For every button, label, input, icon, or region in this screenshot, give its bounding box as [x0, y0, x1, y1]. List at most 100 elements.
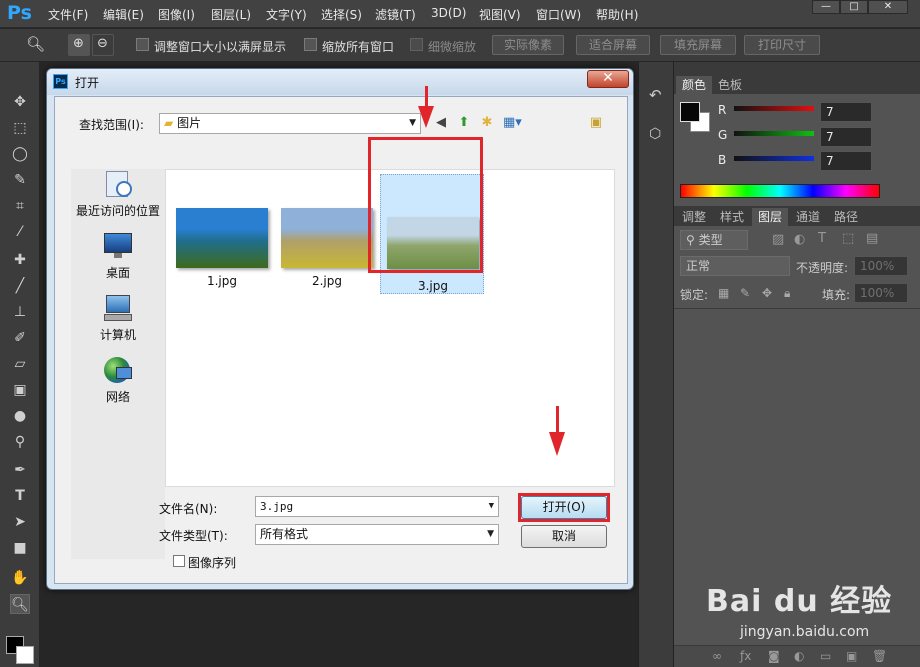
gradient-tool-icon[interactable]: ▣ — [10, 380, 30, 400]
place-recent[interactable]: 最近访问的位置 — [71, 169, 165, 219]
fit-screen-button[interactable]: 适合屏幕 — [576, 35, 650, 55]
marquee-tool-icon[interactable]: ⬚ — [10, 118, 30, 138]
channel-g-slider[interactable] — [734, 131, 814, 136]
lock-position-icon[interactable]: ✥ — [762, 286, 772, 300]
trash-icon[interactable]: 🗑︎ — [872, 649, 887, 663]
channel-b-input[interactable]: 7 — [820, 151, 872, 171]
fx-icon[interactable]: ƒx — [740, 649, 751, 663]
filter-pixel-icon[interactable]: ▨ — [772, 232, 784, 247]
dodge-tool-icon[interactable]: ⚲ — [10, 432, 30, 452]
hand-tool-icon[interactable]: ✋ — [10, 568, 30, 588]
quick-select-tool-icon[interactable]: ✎ — [10, 170, 30, 190]
channel-b-slider[interactable] — [734, 156, 814, 161]
tab-swatches[interactable]: 色板 — [712, 76, 748, 94]
file-item[interactable]: 2.jpg — [281, 208, 373, 288]
pen-tool-icon[interactable]: ✒ — [10, 460, 30, 480]
link-layers-icon[interactable]: ∞ — [712, 649, 722, 663]
tab-paths[interactable]: 路径 — [828, 208, 864, 226]
menu-type[interactable]: 文字(Y) — [266, 6, 307, 23]
lock-transparent-icon[interactable]: ▦ — [718, 286, 729, 300]
filename-input[interactable]: 3.jpg ▼ — [255, 496, 499, 517]
mask-icon[interactable]: ◙ — [768, 649, 780, 663]
healing-tool-icon[interactable]: ✚ — [10, 250, 30, 270]
blur-tool-icon[interactable]: ● — [10, 406, 30, 426]
tab-adjustments[interactable]: 调整 — [676, 208, 712, 226]
bridge-icon[interactable]: ▣ — [587, 114, 605, 132]
minimize-button[interactable]: — — [812, 0, 840, 14]
layer-filter-select[interactable]: ⚲ 类型 — [680, 230, 748, 250]
tab-channels[interactable]: 通道 — [790, 208, 826, 226]
layers-divider — [674, 308, 920, 309]
filetype-select[interactable]: 所有格式 ▼ — [255, 524, 499, 545]
up-folder-icon[interactable]: ⬆ — [455, 114, 473, 132]
image-sequence-checkbox[interactable] — [173, 555, 185, 567]
group-icon[interactable]: ▭ — [820, 649, 831, 663]
dialog-titlebar[interactable]: Ps 打开 ✕ — [47, 69, 633, 95]
view-menu-icon[interactable]: ▦▾ — [503, 114, 522, 132]
channel-r-slider[interactable] — [734, 106, 814, 111]
close-button[interactable]: ✕ — [868, 0, 908, 14]
zoom-out-icon[interactable]: ⊖ — [92, 34, 114, 56]
menu-layer[interactable]: 图层(L) — [211, 6, 251, 23]
filter-smart-icon[interactable]: ▤ — [866, 231, 878, 246]
filter-type-icon[interactable]: T — [818, 231, 826, 246]
new-folder-icon[interactable]: ✱ — [478, 114, 496, 132]
zoom-tool-icon[interactable]: 🔍︎ — [26, 35, 45, 53]
path-select-tool-icon[interactable]: ➤ — [10, 512, 30, 532]
menu-help[interactable]: 帮助(H) — [596, 6, 638, 23]
menu-image[interactable]: 图像(I) — [158, 6, 195, 23]
tab-styles[interactable]: 样式 — [714, 208, 750, 226]
menu-filter[interactable]: 滤镜(T) — [375, 6, 416, 23]
file-item[interactable]: 1.jpg — [176, 208, 268, 288]
menu-3d[interactable]: 3D(D) — [431, 6, 466, 20]
channel-g-input[interactable]: 7 — [820, 127, 872, 147]
lock-all-icon[interactable]: 🔒︎ — [784, 286, 790, 301]
zoom-in-icon[interactable]: ⊕ — [68, 34, 90, 56]
zoom-all-checkbox[interactable] — [304, 38, 317, 51]
place-desktop[interactable]: 桌面 — [71, 231, 165, 281]
brush-tool-icon[interactable]: ╱ — [10, 276, 30, 296]
print-size-button[interactable]: 打印尺寸 — [744, 35, 820, 55]
fill-input[interactable]: 100% — [854, 283, 908, 303]
eyedropper-tool-icon[interactable]: ⁄ — [10, 222, 30, 242]
filter-shape-icon[interactable]: ⬚ — [842, 231, 854, 246]
eraser-tool-icon[interactable]: ▱ — [10, 354, 30, 374]
menu-window[interactable]: 窗口(W) — [536, 6, 581, 23]
back-icon[interactable]: ◀ — [432, 114, 450, 132]
history-brush-tool-icon[interactable]: ✐ — [10, 328, 30, 348]
blend-mode-select[interactable]: 正常 — [680, 256, 790, 276]
maximize-button[interactable]: □ — [840, 0, 868, 14]
lasso-tool-icon[interactable]: ◯ — [10, 144, 30, 164]
actual-pixels-button[interactable]: 实际像素 — [492, 35, 564, 55]
resize-windows-checkbox[interactable] — [136, 38, 149, 51]
menu-view[interactable]: 视图(V) — [479, 6, 521, 23]
adjustment-layer-icon[interactable]: ◐ — [794, 649, 804, 663]
place-computer[interactable]: 计算机 — [71, 293, 165, 343]
menu-select[interactable]: 选择(S) — [321, 6, 362, 23]
crop-tool-icon[interactable]: ⌗ — [10, 196, 30, 216]
move-tool-icon[interactable]: ✥ — [10, 92, 30, 112]
opacity-input[interactable]: 100% — [854, 256, 908, 276]
place-network[interactable]: 网络 — [71, 355, 165, 405]
menu-edit[interactable]: 编辑(E) — [103, 6, 144, 23]
channel-r-input[interactable]: 7 — [820, 102, 872, 122]
filter-adjust-icon[interactable]: ◐ — [794, 232, 805, 247]
scrubby-zoom-checkbox[interactable] — [410, 38, 423, 51]
shape-tool-icon[interactable]: ■ — [10, 538, 30, 558]
stamp-tool-icon[interactable]: ⊥ — [10, 302, 30, 322]
look-in-select[interactable]: ▰ 图片 ▼ — [159, 113, 421, 134]
menu-file[interactable]: 文件(F) — [48, 6, 88, 23]
zoom-tool-box-icon[interactable]: 🔍︎ — [10, 594, 30, 614]
fill-screen-button[interactable]: 填充屏幕 — [660, 35, 736, 55]
tab-color[interactable]: 颜色 — [676, 76, 713, 94]
background-color-swatch[interactable] — [16, 646, 34, 664]
dialog-close-button[interactable]: ✕ — [587, 70, 629, 88]
lock-pixels-icon[interactable]: ✎ — [740, 286, 750, 300]
cancel-button[interactable]: 取消 — [521, 525, 607, 548]
3d-icon[interactable]: ⬡ — [649, 126, 661, 142]
new-layer-icon[interactable]: ▣ — [846, 649, 857, 663]
tab-layers[interactable]: 图层 — [752, 208, 789, 226]
history-icon[interactable]: ↶ — [649, 86, 662, 104]
type-tool-icon[interactable]: T — [10, 486, 30, 506]
color-spectrum[interactable] — [680, 184, 880, 198]
